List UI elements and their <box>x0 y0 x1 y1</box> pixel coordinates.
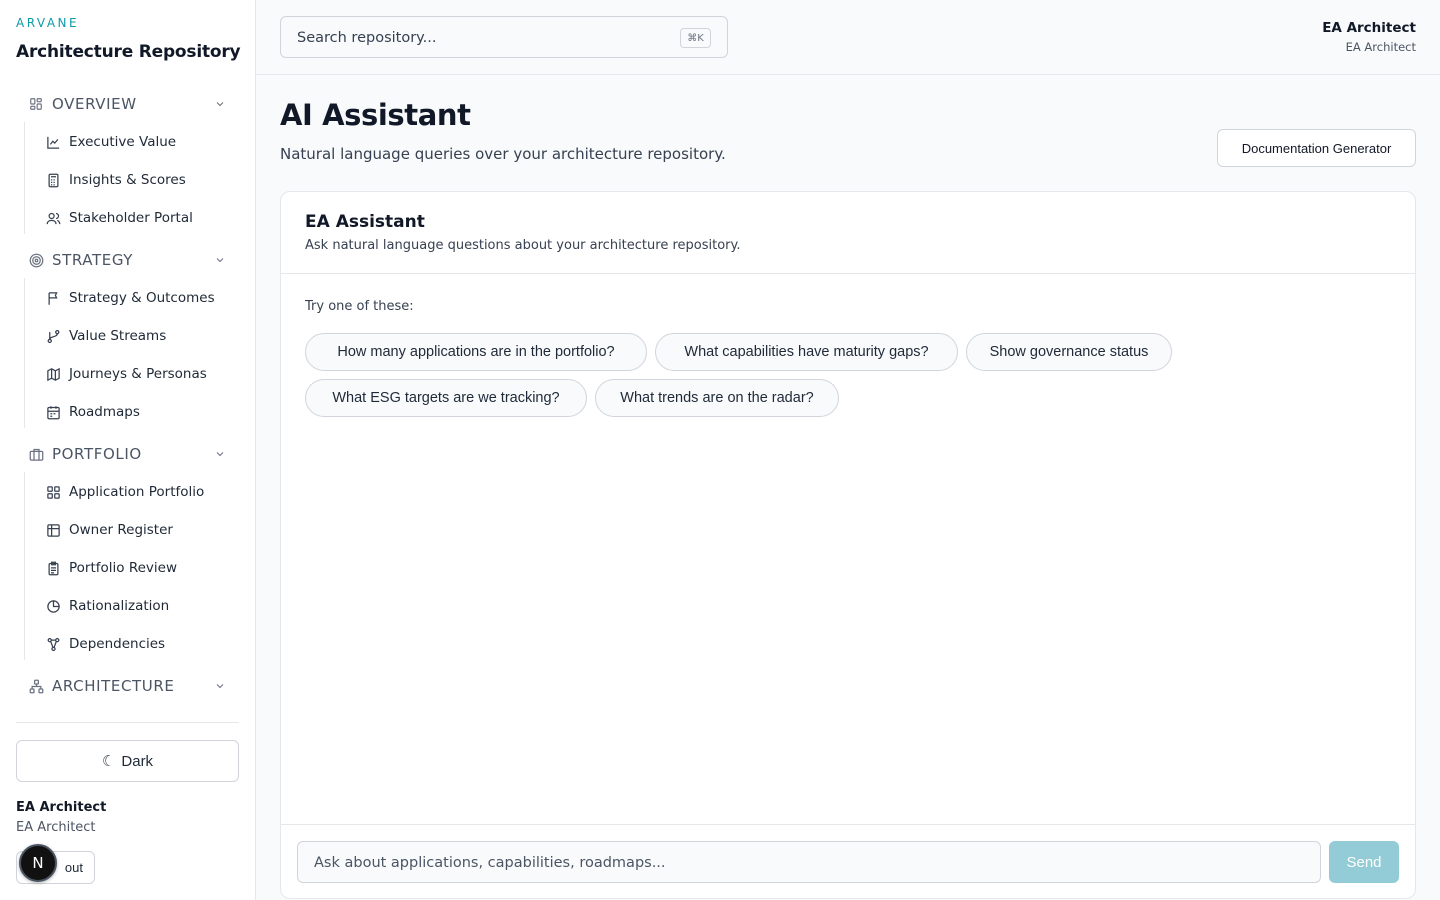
assistant-card: EA Assistant Ask natural language questi… <box>280 191 1416 899</box>
sidebar-item-label: Executive Value <box>69 134 177 150</box>
section-label: ARCHITECTURE <box>52 677 175 695</box>
suggestions-label: Try one of these: <box>305 299 414 314</box>
topbar-user-role: EA Architect <box>1345 40 1416 54</box>
briefcase-icon <box>28 446 44 462</box>
sidebar-item-journeys-personas[interactable]: Journeys & Personas <box>37 358 240 390</box>
search-box[interactable]: ⌘K <box>280 16 728 58</box>
group-divider <box>24 472 25 660</box>
section-architecture[interactable]: ARCHITECTURE <box>16 670 240 702</box>
section-portfolio[interactable]: PORTFOLIO <box>16 438 240 470</box>
table-icon <box>45 522 61 538</box>
chevron-down-icon <box>214 254 226 266</box>
target-icon <box>28 252 44 268</box>
network-icon <box>45 636 61 652</box>
suggestion-chip[interactable]: What trends are on the radar? <box>595 379 839 417</box>
chevron-down-icon <box>214 680 226 692</box>
documentation-generator-button[interactable]: Documentation Generator <box>1217 129 1416 167</box>
sidebar-item-label: Stakeholder Portal <box>69 210 193 226</box>
chat-input-bar: Send <box>281 824 1415 899</box>
sidebar-user-name: EA Architect <box>16 800 107 815</box>
moon-icon: ☾ <box>101 753 116 770</box>
topbar-user-name[interactable]: EA Architect <box>1322 20 1416 36</box>
sidebar-item-label: Strategy & Outcomes <box>69 290 215 306</box>
brand-wordmark: ARVANE <box>16 16 80 30</box>
sidebar-user-role: EA Architect <box>16 820 96 835</box>
suggestion-chip[interactable]: How many applications are in the portfol… <box>305 333 647 371</box>
calculator-icon <box>45 172 61 188</box>
dashboard-grid-icon <box>28 96 44 112</box>
sitemap-icon <box>28 678 44 694</box>
line-chart-icon <box>45 134 61 150</box>
assistant-description: Ask natural language questions about you… <box>305 238 741 253</box>
sidebar-item-label: Journeys & Personas <box>69 366 207 382</box>
apps-grid-icon <box>45 484 61 500</box>
send-button[interactable]: Send <box>1329 841 1399 883</box>
page-title: AI Assistant <box>280 98 471 132</box>
pie-chart-icon <box>45 598 61 614</box>
git-branch-icon <box>45 328 61 344</box>
chat-input[interactable] <box>314 852 1294 874</box>
keyboard-shortcut-hint: ⌘K <box>680 28 711 48</box>
chevron-down-icon <box>214 448 226 460</box>
sidebar-item-value-streams[interactable]: Value Streams <box>37 320 240 352</box>
clipboard-icon <box>45 560 61 576</box>
group-divider <box>24 122 25 234</box>
section-label: PORTFOLIO <box>52 445 142 463</box>
sidebar-item-application-portfolio[interactable]: Application Portfolio <box>37 476 240 508</box>
calendar-icon <box>45 404 61 420</box>
sidebar-item-portfolio-review[interactable]: Portfolio Review <box>37 552 240 584</box>
sidebar-item-label: Insights & Scores <box>69 172 186 188</box>
suggestion-chip[interactable]: What capabilities have maturity gaps? <box>655 333 958 371</box>
sidebar-item-insights-scores[interactable]: Insights & Scores <box>37 164 240 196</box>
sidebar-item-rationalization[interactable]: Rationalization <box>37 590 240 622</box>
group-divider <box>24 278 25 428</box>
sidebar-item-label: Dependencies <box>69 636 166 652</box>
users-icon <box>45 210 61 226</box>
assistant-title: EA Assistant <box>305 212 425 232</box>
sidebar-item-label: Owner Register <box>69 522 173 538</box>
search-input[interactable] <box>297 27 657 49</box>
page-subtitle: Natural language queries over your archi… <box>280 145 726 163</box>
section-label: STRATEGY <box>52 251 134 269</box>
top-bar: ⌘K EA Architect EA Architect <box>256 0 1440 75</box>
assistant-card-header: EA Assistant Ask natural language questi… <box>281 192 1415 274</box>
chat-input-box[interactable] <box>297 841 1321 883</box>
section-label: OVERVIEW <box>52 95 137 113</box>
flag-icon <box>45 290 61 306</box>
sidebar-item-label: Rationalization <box>69 598 170 614</box>
section-overview[interactable]: OVERVIEW <box>16 88 240 120</box>
sidebar-item-owner-register[interactable]: Owner Register <box>37 514 240 546</box>
sidebar-item-label: Portfolio Review <box>69 560 177 576</box>
sidebar-item-label: Application Portfolio <box>69 484 205 500</box>
app-title: Architecture Repository <box>16 42 241 62</box>
sidebar-item-label: Roadmaps <box>69 404 140 420</box>
theme-toggle-button[interactable]: ☾ Dark <box>16 740 239 782</box>
suggestion-chip[interactable]: What ESG targets are we tracking? <box>305 379 587 417</box>
sidebar-item-strategy-outcomes[interactable]: Strategy & Outcomes <box>37 282 240 314</box>
sidebar-item-label: Value Streams <box>69 328 167 344</box>
sidebar-item-roadmaps[interactable]: Roadmaps <box>37 396 240 428</box>
chevron-down-icon <box>214 98 226 110</box>
map-icon <box>45 366 61 382</box>
floating-n-badge[interactable]: N <box>19 844 57 882</box>
section-strategy[interactable]: STRATEGY <box>16 244 240 276</box>
theme-toggle-label: Dark <box>121 752 154 770</box>
sidebar-item-stakeholder-portal[interactable]: Stakeholder Portal <box>37 202 240 234</box>
sidebar: ARVANE Architecture Repository OVERVIEW … <box>0 0 256 900</box>
sidebar-item-executive-value[interactable]: Executive Value <box>37 126 240 158</box>
sidebar-item-dependencies[interactable]: Dependencies <box>37 628 240 660</box>
suggestion-chip[interactable]: Show governance status <box>966 333 1172 371</box>
sidebar-divider <box>16 722 239 723</box>
